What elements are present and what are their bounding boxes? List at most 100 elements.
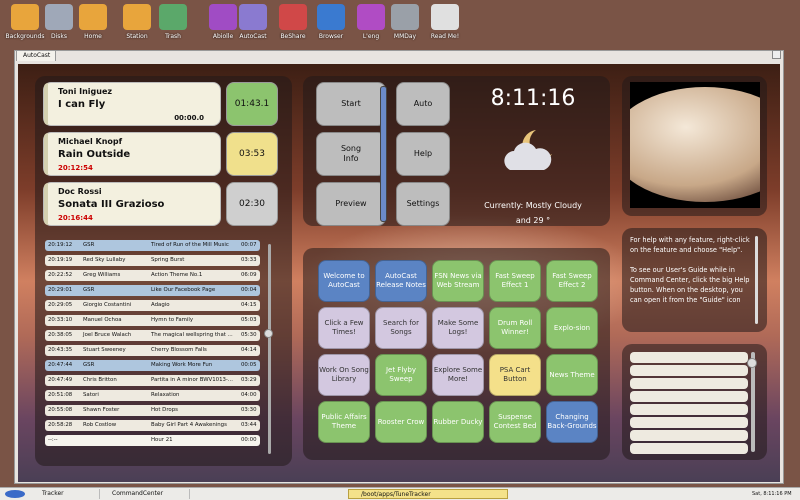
hot-button[interactable]: Make Some Logs! — [432, 307, 484, 349]
log-artist: GSR — [83, 362, 95, 368]
hot-button[interactable]: Work On Song Library — [318, 354, 370, 396]
log-duration: 00:00 — [241, 437, 257, 443]
log-row[interactable]: --:-- Hour 21 00:00 — [45, 435, 260, 446]
log-title: Cherry Blossom Falls — [151, 347, 207, 353]
log-artist: Giorgio Costantini — [83, 302, 132, 308]
log-row[interactable]: 20:55:08 Shawn Foster Hot Drops 03:30 — [45, 405, 260, 416]
slots-scroll-thumb[interactable] — [747, 358, 757, 368]
log-row[interactable]: 20:47:49 Chris Britton Partita in A minor … — [45, 375, 260, 386]
log-time: 20:29:05 — [48, 302, 73, 308]
help-scrollbar[interactable] — [755, 236, 758, 324]
log-artist: Joel Bruce Walach — [83, 332, 132, 338]
empty-cart-slot[interactable] — [630, 430, 748, 441]
window-tab[interactable]: AutoCast — [16, 50, 56, 61]
now-playing-card[interactable]: Michael Knopf Rain Outside 20:12:54 — [43, 132, 221, 176]
hot-button[interactable]: Public Affairs Theme — [318, 401, 370, 443]
log-artist: Satori — [83, 392, 99, 398]
hot-button[interactable]: AutoCast Release Notes — [375, 260, 427, 302]
empty-cart-slot[interactable] — [630, 352, 748, 363]
taskbar-commandcenter[interactable]: CommandCenter — [100, 489, 190, 499]
log-title: Hymn to Family — [151, 317, 194, 323]
hot-button[interactable]: FSN News via Web Stream — [432, 260, 484, 302]
volume-slider[interactable] — [380, 86, 387, 222]
leaf-menu-icon[interactable] — [4, 489, 28, 499]
start-button[interactable]: Start — [316, 82, 386, 126]
log-row[interactable]: 20:19:19 Red Sky Lullaby Spring Burst 03:33 — [45, 255, 260, 266]
empty-cart-slot[interactable] — [630, 417, 748, 428]
now-playing-card[interactable]: Toni Iniguez I can Fly 00:00.0 — [43, 82, 221, 126]
hot-button[interactable]: Search for Songs — [375, 307, 427, 349]
help-button[interactable]: Help — [396, 132, 450, 176]
desktop-icon-12[interactable]: Read Me! — [420, 4, 470, 40]
hot-button[interactable]: Welcome to AutoCast — [318, 260, 370, 302]
log-row[interactable]: 20:22:52 Greg Williams Action Theme No.1 06… — [45, 270, 260, 281]
hot-button[interactable]: Drum Roll Winner! — [489, 307, 541, 349]
preview-label: Preview — [335, 199, 367, 208]
log-row[interactable]: 20:29:05 Giorgio Costantini Adagio 04:15 — [45, 300, 260, 311]
log-time: 20:19:19 — [48, 257, 73, 263]
log-row[interactable]: 20:51:08 Satori Relaxation 04:00 — [45, 390, 260, 401]
card-artist: Michael Knopf — [58, 137, 123, 146]
card-timer[interactable]: 01:43.1 — [226, 82, 278, 126]
auto-button[interactable]: Auto — [396, 82, 450, 126]
settings-button[interactable]: Settings — [396, 182, 450, 226]
hot-button[interactable]: Rooster Crow — [375, 401, 427, 443]
calendar-icon — [391, 4, 419, 30]
hot-button[interactable]: Click a Few Times! — [318, 307, 370, 349]
desktop-icon-5[interactable]: Trash — [148, 4, 198, 40]
empty-cart-slot[interactable] — [630, 365, 748, 376]
hot-button[interactable]: Explo-sion — [546, 307, 598, 349]
empty-cart-slot[interactable] — [630, 404, 748, 415]
log-row[interactable]: 20:19:12 GSR Tired of Run of the Mill Musi… — [45, 240, 260, 251]
log-title: Hour 21 — [151, 437, 173, 443]
log-row[interactable]: 20:38:05 Joel Bruce Walach The magical wel… — [45, 330, 260, 341]
empty-cart-slot[interactable] — [630, 378, 748, 389]
weather-text: Currently: Mostly Cloudy and 29 ° — [484, 201, 582, 225]
log-title: The magical wellspring that ... — [151, 332, 233, 338]
zoom-button[interactable] — [772, 50, 781, 59]
song-info-button[interactable]: Song Info — [316, 132, 386, 176]
taskbar-tracker[interactable]: Tracker — [30, 489, 100, 499]
log-row[interactable]: 20:29:01 GSR Like Our Facebook Page 00:04 — [45, 285, 260, 296]
globe-icon — [317, 4, 345, 30]
hot-button[interactable]: PSA Cart Button — [489, 354, 541, 396]
auto-label: Auto — [413, 99, 433, 108]
log-time: 20:55:08 — [48, 407, 73, 413]
log-scrollbar[interactable] — [268, 244, 271, 454]
log-row[interactable]: 20:43:35 Stuart Sweeney Cherry Blossom Fal… — [45, 345, 260, 356]
planet-image — [630, 82, 760, 208]
hot-button[interactable]: News Theme — [546, 354, 598, 396]
log-title: Making Work More Fun — [151, 362, 213, 368]
log-duration: 04:14 — [241, 347, 257, 353]
hot-button[interactable]: Rubber Ducky — [432, 401, 484, 443]
hot-button[interactable]: Fast Sweep Effect 2 — [546, 260, 598, 302]
log-row[interactable]: 20:58:28 Rob Costlow Baby Girl Part 4 Awak… — [45, 420, 260, 431]
hot-button[interactable]: Suspense Contest Bed — [489, 401, 541, 443]
taskbar: Tracker CommandCenter /boot/apps/TuneTra… — [0, 487, 800, 500]
card-song: I can Fly — [58, 99, 106, 110]
now-playing-card[interactable]: Doc Rossi Sonata III Grazioso 20:16:44 — [43, 182, 221, 226]
hot-button[interactable]: Explore Some More! — [432, 354, 484, 396]
log-row[interactable]: 20:33:10 Manuel Ochoa Hymn to Family 05:03 — [45, 315, 260, 326]
desktop-icon-3[interactable]: Home — [68, 4, 118, 40]
preview-button[interactable]: Preview — [316, 182, 386, 226]
log-title: Like Our Facebook Page — [151, 287, 216, 293]
log-time: 20:29:01 — [48, 287, 73, 293]
log-title: Adagio — [151, 302, 170, 308]
card-timer[interactable]: 03:53 — [226, 132, 278, 176]
log-row[interactable]: 20:47:44 GSR Making Work More Fun 00:05 — [45, 360, 260, 371]
help-text: For help with any feature, right-click o… — [630, 236, 750, 304]
card-timer[interactable]: 02:30 — [226, 182, 278, 226]
hot-button[interactable]: Jet Flyby Sweep — [375, 354, 427, 396]
empty-cart-slot[interactable] — [630, 443, 748, 454]
flower-icon — [279, 4, 307, 30]
taskbar-path[interactable]: /boot/apps/TuneTracker System/Background… — [348, 489, 508, 499]
log-scroll-thumb[interactable] — [264, 329, 273, 338]
card-start-time: 20:12:54 — [58, 164, 93, 172]
log-time: --:-- — [48, 437, 58, 443]
log-time: 20:47:44 — [48, 362, 73, 368]
empty-cart-slot[interactable] — [630, 391, 748, 402]
log-time: 20:38:05 — [48, 332, 73, 338]
hot-button[interactable]: Changing Back-Grounds — [546, 401, 598, 443]
hot-button[interactable]: Fast Sweep Effect 1 — [489, 260, 541, 302]
